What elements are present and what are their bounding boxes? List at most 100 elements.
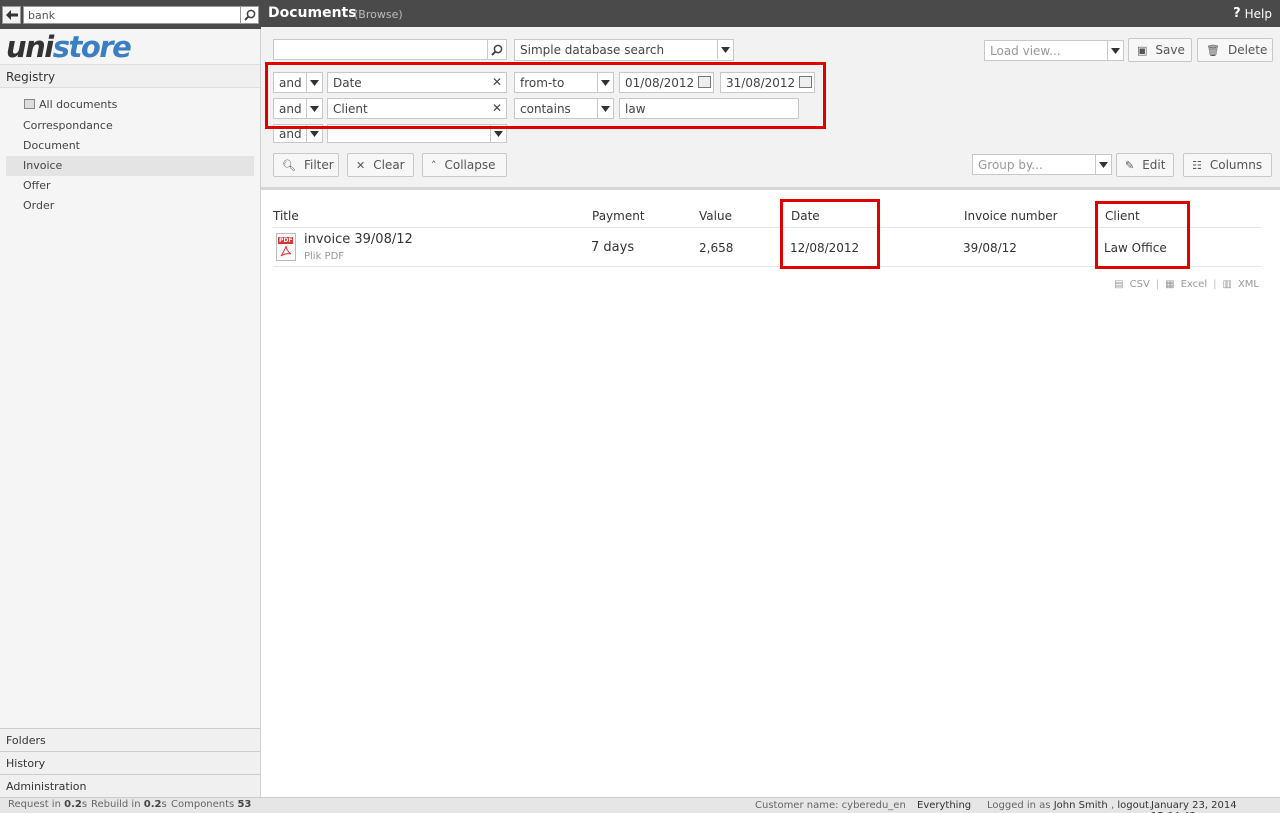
back-button[interactable]: [2, 6, 21, 24]
sidebar-folders[interactable]: Folders: [0, 728, 260, 751]
calendar-icon[interactable]: [698, 76, 711, 88]
tree-item-document[interactable]: Document: [0, 136, 260, 156]
chevron-down-icon: [306, 125, 322, 142]
export-excel-link[interactable]: Excel: [1181, 279, 1208, 290]
row-file-type: Plik PDF: [304, 251, 345, 262]
export-links: ▤ CSV | ▦ Excel | ▥ XML: [1114, 279, 1259, 290]
edit-label: Edit: [1142, 158, 1166, 172]
quick-search-input[interactable]: [273, 39, 489, 60]
save-view-button[interactable]: ▣ Save: [1128, 38, 1192, 62]
registry-section-header[interactable]: Registry: [0, 64, 260, 88]
help-link[interactable]: ? Help: [1233, 6, 1272, 21]
request-time: Request in 0.2s: [8, 799, 88, 810]
chevron-down-icon: [1095, 155, 1111, 174]
filter-row-1-field[interactable]: Date ✕: [327, 72, 507, 93]
scope-selector[interactable]: Everything: [917, 800, 971, 811]
filter-row-3-field-select[interactable]: [327, 124, 507, 143]
help-label: Help: [1244, 6, 1272, 21]
column-header-invoice-number[interactable]: Invoice number: [964, 209, 1058, 223]
search-icon: [491, 44, 503, 56]
clear-field-icon[interactable]: ✕: [492, 101, 502, 115]
page-title: Documents: [268, 5, 357, 21]
column-header-payment[interactable]: Payment: [592, 209, 645, 223]
clear-field-icon[interactable]: ✕: [492, 75, 502, 89]
floppy-disk-icon: ▣: [1137, 43, 1148, 57]
clear-button[interactable]: ✕ Clear: [347, 153, 414, 177]
delete-view-label: Delete: [1227, 43, 1268, 57]
group-by-select[interactable]: Group by...: [972, 154, 1112, 175]
column-header-client[interactable]: Client: [1105, 209, 1140, 223]
logout-link[interactable]: logout: [1117, 800, 1149, 811]
filter-row-1-conj: and: [279, 75, 302, 90]
filter-row-3-conj: and: [279, 126, 302, 141]
status-bar: Request in 0.2s Rebuild in 0.2s Componen…: [0, 797, 1280, 813]
sidebar-search-input[interactable]: [23, 6, 241, 24]
components-count: Components 53: [171, 799, 252, 810]
sidebar-search-bar: [0, 0, 261, 29]
column-header-date[interactable]: Date: [791, 209, 820, 223]
filter-row-3-conj-select[interactable]: and: [273, 124, 323, 143]
search-icon: 🔍︎: [282, 158, 296, 172]
tree-item-order[interactable]: Order: [0, 196, 260, 216]
search-mode-select[interactable]: Simple database search: [514, 39, 734, 61]
filter-row-1-operator-select[interactable]: from-to: [514, 72, 614, 93]
export-csv-link[interactable]: CSV: [1130, 279, 1150, 290]
sidebar-search-button[interactable]: [241, 6, 259, 24]
filter-row-2-operator-select[interactable]: contains: [514, 98, 614, 119]
edit-button[interactable]: ✎ Edit: [1116, 153, 1174, 177]
filter-row-1-date-to[interactable]: 31/08/2012: [720, 72, 815, 93]
filter-row-2-field-value: Client: [333, 101, 368, 116]
filter-row-1-date-to-value: 31/08/2012: [726, 75, 796, 90]
column-header-title[interactable]: Title: [273, 209, 299, 223]
pdf-file-icon: PDF: [276, 233, 296, 261]
filter-row-1-operator: from-to: [520, 75, 565, 90]
tree-item-offer[interactable]: Offer: [0, 176, 260, 196]
search-icon: [243, 9, 255, 21]
clear-label: Clear: [373, 158, 405, 172]
customer-name: Customer name: cyberedu_en: [755, 800, 906, 811]
datetime: January 23, 2014 15:04:43: [1151, 800, 1237, 813]
folder-icon: [24, 99, 35, 109]
delete-view-button[interactable]: 🗑 Delete: [1197, 38, 1273, 62]
tree-item-correspondance[interactable]: Correspondance: [0, 116, 260, 136]
filter-row-2-operator: contains: [520, 101, 571, 116]
csv-icon: ▤: [1114, 279, 1124, 290]
logged-in-info: Logged in as John Smith , logout.: [987, 800, 1153, 811]
columns-label: Columns: [1209, 158, 1263, 172]
sidebar: unistore Registry All documents Correspo…: [0, 0, 261, 797]
row-payment: 7 days: [591, 240, 635, 255]
tree-item-invoice[interactable]: Invoice: [6, 156, 254, 176]
row-divider: [273, 266, 1261, 267]
top-bar: Documents (Browse) ? Help: [261, 0, 1280, 27]
row-client: Law Office: [1104, 241, 1167, 255]
filter-row-1-date-from[interactable]: 01/08/2012: [619, 72, 714, 93]
quick-search-button[interactable]: [487, 39, 507, 60]
sidebar-administration[interactable]: Administration: [0, 774, 260, 797]
columns-icon: ☷: [1192, 158, 1202, 172]
filter-row-1-conj-select[interactable]: and: [273, 72, 323, 93]
columns-button[interactable]: ☷ Columns: [1183, 153, 1272, 177]
user-name[interactable]: John Smith: [1054, 800, 1108, 811]
row-value: 2,658: [699, 241, 734, 255]
logo-store: store: [52, 30, 132, 64]
calendar-icon[interactable]: [799, 76, 812, 88]
filter-row-2-field[interactable]: Client ✕: [327, 98, 507, 119]
filter-button[interactable]: 🔍︎ Filter: [273, 153, 339, 177]
tree-item-all-documents[interactable]: All documents: [0, 94, 260, 114]
collapse-button[interactable]: ˄ Collapse: [422, 153, 507, 177]
help-icon: ?: [1233, 6, 1241, 21]
filter-row-2-value-input[interactable]: law: [619, 98, 799, 119]
column-header-value[interactable]: Value: [699, 209, 732, 223]
filter-row-2-conj-select[interactable]: and: [273, 98, 323, 119]
filter-row-2-conj: and: [279, 101, 302, 116]
pencil-icon: ✎: [1125, 158, 1135, 172]
sidebar-history[interactable]: History: [0, 751, 260, 774]
chevron-down-icon: [490, 125, 506, 142]
collapse-label: Collapse: [444, 158, 496, 172]
excel-icon: ▦: [1165, 279, 1175, 290]
load-view-select[interactable]: Load view...: [984, 40, 1124, 61]
chevron-down-icon: [306, 73, 322, 92]
row-title[interactable]: invoice 39/08/12: [304, 232, 413, 247]
export-xml-link[interactable]: XML: [1238, 279, 1259, 290]
filter-panel: Simple database search Load view... ▣ Sa…: [261, 27, 1280, 190]
